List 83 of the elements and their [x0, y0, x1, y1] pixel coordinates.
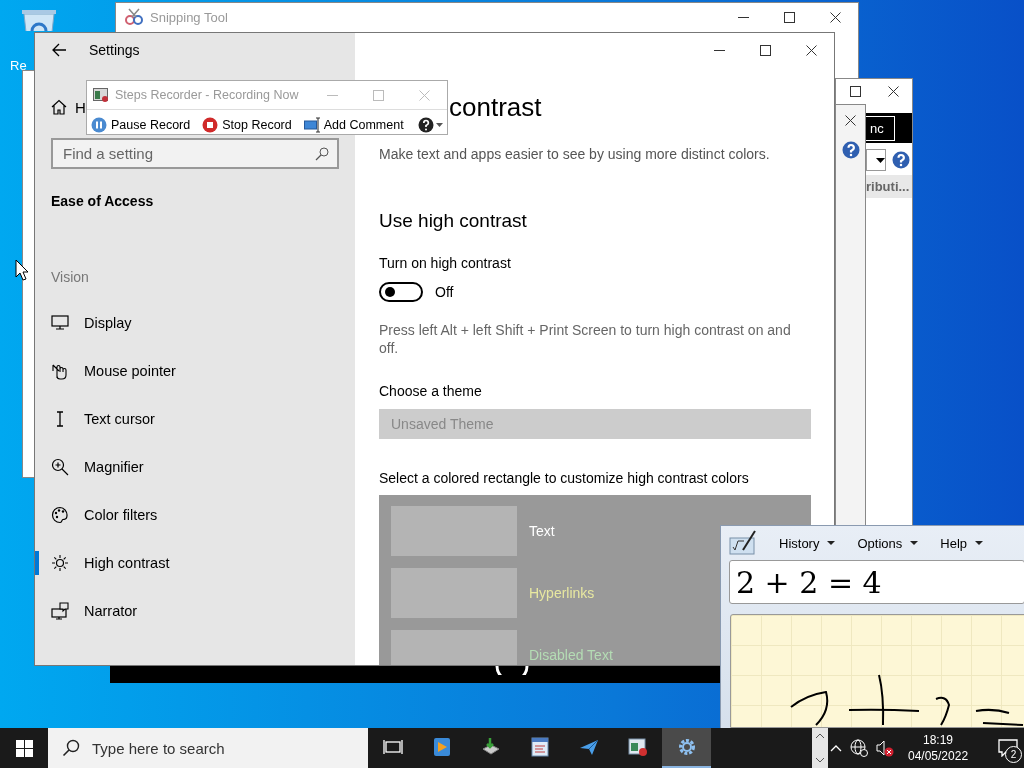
chevron-up-icon[interactable] — [830, 744, 842, 752]
dropdown-arrow-icon — [876, 157, 885, 163]
toggle-label: Turn on high contrast — [379, 254, 512, 272]
close-button[interactable] — [829, 11, 841, 23]
nav-item[interactable]: H — [75, 98, 86, 116]
caret-icon — [827, 541, 836, 545]
toggle-switch[interactable] — [379, 282, 423, 302]
sidebar-item[interactable]: Color filters — [35, 491, 355, 539]
document-icon[interactable] — [529, 737, 550, 757]
sidebar-item[interactable]: High contrast — [35, 539, 355, 587]
field-label: Select a colored rectangle to customize high contrast colors — [379, 469, 750, 487]
window-title: Settings — [89, 42, 140, 58]
scissors-icon — [124, 8, 144, 26]
search-field[interactable]: Find a setting — [51, 138, 339, 169]
recorder-icon — [93, 87, 109, 103]
caret-icon — [436, 123, 443, 127]
task-view-icon[interactable] — [382, 737, 403, 757]
dropdown[interactable] — [866, 149, 886, 171]
box-icon[interactable] — [480, 737, 501, 757]
play-icon[interactable] — [431, 737, 452, 757]
home-icon[interactable] — [51, 99, 67, 115]
toggle-state: Off — [435, 284, 454, 300]
notification-icon[interactable] — [998, 739, 1019, 757]
close-button[interactable] — [887, 85, 899, 97]
section-title: Use high contrast — [379, 209, 528, 233]
caret-icon — [975, 541, 983, 545]
toolbar-button[interactable]: Add Comment — [303, 117, 404, 133]
back-button[interactable] — [51, 42, 67, 58]
network-icon[interactable] — [850, 739, 868, 757]
paper-plane-icon[interactable] — [578, 737, 599, 757]
window-title: Snipping Tool — [150, 9, 228, 25]
group-label: Vision — [51, 268, 90, 286]
toolbar-button[interactable]: Pause Record — [91, 117, 191, 133]
help-button[interactable] — [418, 117, 443, 133]
maximize-button[interactable] — [759, 44, 771, 56]
search-field[interactable]: Type here to search — [48, 728, 368, 768]
sidebar-item[interactable]: Text cursor — [35, 395, 355, 443]
monitor-icon — [51, 314, 69, 332]
color-swatch[interactable] — [391, 568, 517, 618]
window-title: Steps Recorder - Recording Now — [115, 88, 299, 102]
window-icon[interactable] — [627, 737, 648, 757]
field-label: Choose a theme — [379, 382, 483, 400]
comment-icon — [303, 117, 320, 133]
search-icon — [62, 739, 80, 757]
sidebar-item[interactable]: Display — [35, 299, 355, 347]
close-button[interactable] — [805, 44, 817, 56]
help-icon[interactable] — [892, 151, 910, 169]
swatch-label: Text — [529, 523, 555, 539]
writing-area[interactable] — [730, 614, 1024, 728]
clock-date: 04/05/2022 — [908, 748, 969, 764]
sidebar-item[interactable]: Narrator — [35, 587, 355, 635]
swatch-label: Hyperlinks — [529, 585, 595, 601]
formula-pen-icon[interactable] — [729, 530, 757, 556]
clock-time: 18:19 — [923, 732, 954, 748]
toolbar-button[interactable]: Stop Record — [202, 117, 292, 133]
result-field: 2 + 2 = 4 — [729, 560, 1024, 604]
menu-item[interactable]: Help — [940, 535, 983, 551]
sun-icon — [51, 554, 69, 572]
hand-pointer-icon — [51, 362, 69, 380]
close-button[interactable] — [845, 114, 856, 126]
color-swatch[interactable] — [391, 630, 517, 665]
clock[interactable]: 18:19 04/05/2022 — [902, 732, 975, 764]
swatch-label: Disabled Text — [529, 647, 613, 663]
magnifier-icon — [51, 458, 69, 476]
maximize-button[interactable] — [783, 11, 795, 23]
palette-icon — [51, 506, 69, 524]
menu-item[interactable]: Options — [857, 535, 919, 551]
description-text: Make text and apps easier to see by using more distinct colors. — [379, 145, 771, 163]
caret-icon — [910, 541, 919, 545]
start-button[interactable] — [15, 739, 33, 757]
menu-item[interactable]: History — [779, 535, 836, 551]
sidebar-item[interactable]: Mouse pointer — [35, 347, 355, 395]
hint-text: Press left Alt + left Shift + Print Screen to turn high contrast on and off. — [379, 321, 792, 357]
section-title: Ease of Access — [51, 192, 155, 210]
speaker-muted-icon[interactable] — [876, 739, 894, 757]
narrator-icon — [51, 602, 69, 620]
maximize-button[interactable] — [849, 85, 861, 97]
color-swatch[interactable] — [391, 506, 517, 556]
gear-icon[interactable] — [676, 737, 697, 757]
search-icon[interactable] — [315, 147, 329, 161]
sidebar-item[interactable]: Magnifier — [35, 443, 355, 491]
help-icon[interactable] — [841, 141, 860, 159]
page-title: contrast — [449, 91, 543, 124]
